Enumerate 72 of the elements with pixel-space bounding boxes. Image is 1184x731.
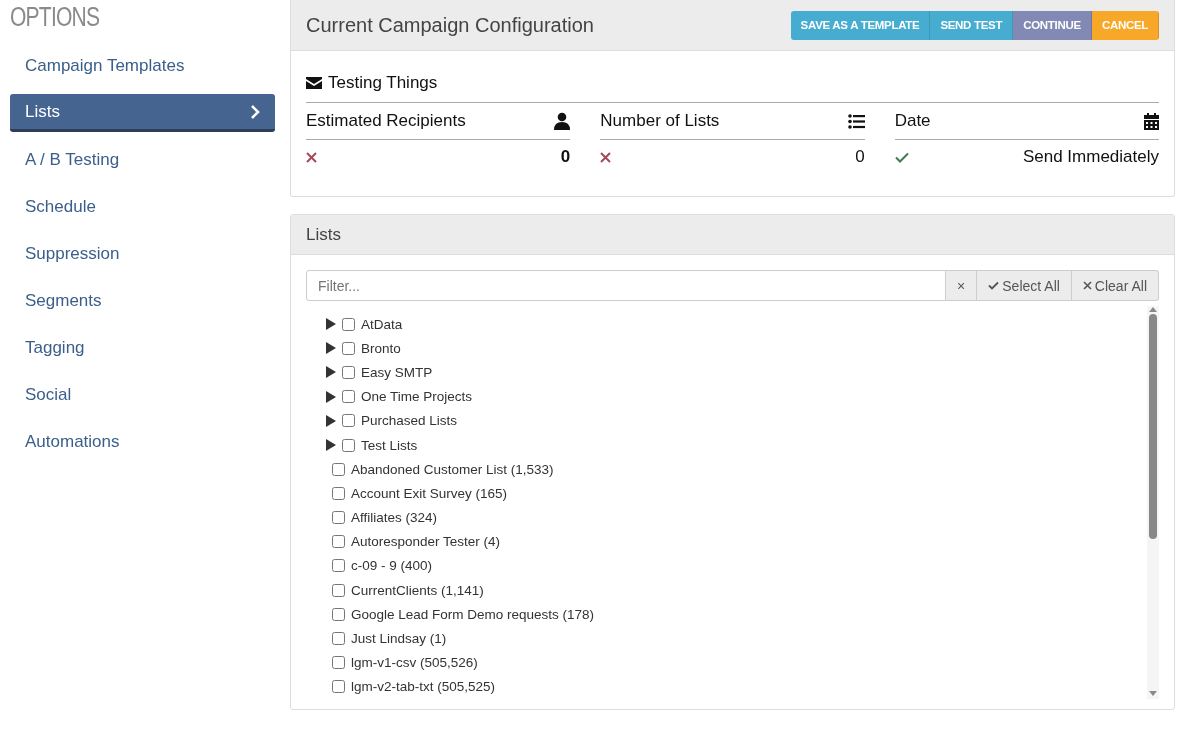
clear-all-button[interactable]: Clear All bbox=[1071, 270, 1159, 301]
panel-title: Current Campaign Configuration bbox=[306, 13, 594, 37]
envelope-icon bbox=[306, 77, 322, 89]
stat-label: Date bbox=[894, 111, 931, 131]
checkbox[interactable] bbox=[342, 317, 355, 331]
checkbox[interactable] bbox=[342, 365, 355, 379]
caret-right-icon[interactable] bbox=[326, 390, 336, 403]
filter-field[interactable]: Filter... bbox=[306, 270, 947, 301]
sidebar-item[interactable]: A / B Testing bbox=[10, 141, 275, 179]
caret-right-icon[interactable] bbox=[326, 366, 336, 379]
scrollbar[interactable] bbox=[1147, 306, 1159, 699]
list-label: Affiliates (324) bbox=[351, 510, 438, 526]
calendar-icon bbox=[1144, 112, 1159, 130]
checkbox[interactable] bbox=[332, 559, 345, 573]
checkbox[interactable] bbox=[332, 535, 345, 549]
list-label: Test Lists bbox=[361, 437, 418, 453]
checkbox[interactable] bbox=[342, 438, 355, 452]
clear-filter-button[interactable]: × bbox=[946, 270, 978, 301]
list-label: CurrentClients (1,141) bbox=[351, 582, 484, 598]
caret-right-icon[interactable] bbox=[326, 318, 336, 331]
checkbox[interactable] bbox=[342, 341, 355, 355]
close-icon bbox=[1082, 281, 1092, 290]
caret-right-icon[interactable] bbox=[326, 439, 336, 452]
scroll-up-icon[interactable] bbox=[1149, 306, 1157, 312]
checkbox[interactable] bbox=[332, 607, 345, 621]
list-label: One Time Projects bbox=[361, 389, 473, 405]
sidebar-item[interactable]: Schedule bbox=[10, 188, 275, 226]
action-button[interactable]: CONTINUE bbox=[1013, 10, 1092, 40]
checkbox[interactable] bbox=[332, 632, 345, 646]
checkbox[interactable] bbox=[332, 462, 345, 476]
list-label: Abandoned Customer List (1,533) bbox=[351, 461, 554, 477]
sidebar-item[interactable]: Suppression bbox=[10, 235, 275, 273]
list-label: lgm-v1-csv (505,526) bbox=[351, 655, 478, 671]
sidebar-item[interactable]: Automations bbox=[10, 423, 275, 461]
checkbox[interactable] bbox=[332, 486, 345, 500]
caret-right-icon[interactable] bbox=[326, 414, 336, 427]
stat-label: Estimated Recipients bbox=[306, 111, 466, 131]
list-icon bbox=[847, 113, 865, 129]
checkbox[interactable] bbox=[332, 583, 345, 597]
list-label: Easy SMTP bbox=[361, 364, 433, 380]
checkbox[interactable] bbox=[332, 656, 345, 670]
list-label: c-09 - 9 (400) bbox=[351, 558, 433, 574]
stat-label: Number of Lists bbox=[600, 111, 720, 131]
checkbox[interactable] bbox=[332, 680, 345, 694]
scroll-down-icon[interactable] bbox=[1149, 691, 1157, 697]
list-label: lgm-v2-tab-txt (505,525) bbox=[351, 679, 496, 695]
stat-value: 0 bbox=[560, 147, 571, 167]
stat-value: Send Immediately bbox=[1022, 147, 1159, 167]
list-label: AtData bbox=[361, 316, 403, 332]
sidebar-title: OPTIONS bbox=[10, 2, 100, 33]
list-label: Google Lead Form Demo requests (178) bbox=[351, 606, 595, 622]
sidebar-item[interactable]: Campaign Templates bbox=[10, 47, 275, 85]
chevron-icon bbox=[250, 103, 260, 120]
stat-value: 0 bbox=[855, 147, 865, 167]
list-label: Just Lindsay (1) bbox=[351, 631, 447, 647]
sidebar-item[interactable]: Tagging bbox=[10, 329, 275, 367]
checkbox[interactable] bbox=[342, 390, 355, 404]
select-all-button[interactable]: Select All bbox=[977, 270, 1072, 301]
checkbox[interactable] bbox=[332, 511, 345, 525]
check-icon bbox=[988, 281, 1000, 290]
checkbox[interactable] bbox=[342, 414, 355, 428]
list-label: Bronto bbox=[361, 340, 401, 356]
sidebar-item[interactable]: Segments bbox=[10, 282, 275, 320]
list-label: Account Exit Survey (165) bbox=[351, 485, 508, 501]
list-label: Autoresponder Tester (4) bbox=[351, 534, 501, 550]
person-icon bbox=[554, 112, 571, 130]
sidebar-item[interactable]: Lists bbox=[10, 94, 275, 132]
panel-title: Lists bbox=[306, 224, 341, 245]
list-label: Purchased Lists bbox=[361, 413, 458, 429]
campaign-name: Testing Things bbox=[328, 73, 438, 93]
sidebar-item[interactable]: Social bbox=[10, 376, 275, 414]
caret-right-icon[interactable] bbox=[326, 342, 336, 355]
